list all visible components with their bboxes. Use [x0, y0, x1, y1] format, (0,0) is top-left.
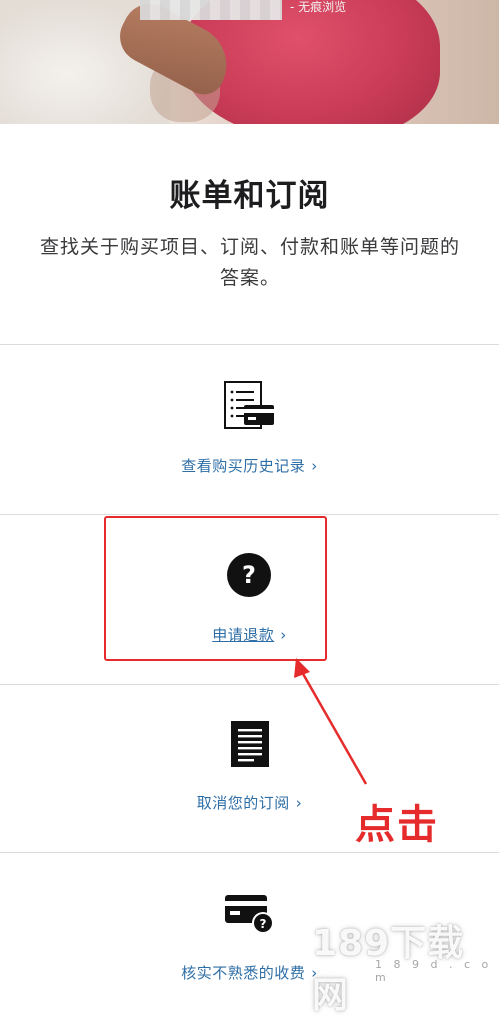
click-annotation: 点击	[355, 802, 439, 848]
card-question-icon: ?	[224, 892, 276, 940]
chevron-right-icon: ›	[295, 794, 303, 812]
purchase-history-link[interactable]: 查看购买历史记录 ›	[0, 455, 499, 476]
page-title: 账单和订阅	[169, 178, 330, 214]
highlight-box	[104, 516, 327, 661]
blurred-text	[140, 0, 282, 20]
divider	[0, 344, 499, 345]
chevron-right-icon: ›	[311, 457, 318, 475]
link-label: 取消您的订阅	[196, 794, 290, 812]
receipt-card-icon	[223, 380, 277, 436]
link-label: 核实不熟悉的收费	[181, 964, 306, 982]
svg-text:?: ?	[260, 917, 267, 931]
document-icon	[230, 720, 270, 772]
link-label: 查看购买历史记录	[181, 457, 306, 475]
hero-image: - 无痕浏览	[0, 0, 499, 124]
page-description: 查找关于购买项目、订阅、付款和账单等问题的答案。	[39, 236, 460, 289]
arrow-icon	[294, 658, 368, 785]
incognito-label: - 无痕浏览	[290, 0, 347, 14]
divider	[0, 514, 499, 515]
divider	[0, 852, 499, 853]
watermark-url: 1 8 9 d . c o m	[375, 958, 493, 984]
divider	[0, 684, 499, 685]
